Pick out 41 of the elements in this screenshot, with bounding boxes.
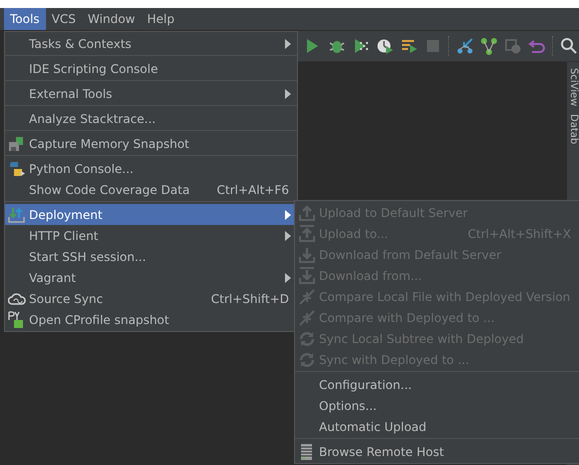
menu-bar-item[interactable]: Window [82, 8, 142, 30]
menu-item[interactable]: Browse Remote Host [295, 441, 579, 462]
menu-item[interactable]: Show Code Coverage Data Ctrl+Alt+F6 [5, 179, 297, 200]
profile-icon[interactable] [376, 37, 394, 55]
menu-item[interactable]: Tasks & Contexts [5, 33, 297, 54]
menu-item[interactable]: External Tools [5, 83, 297, 104]
menu-item[interactable]: IDE Scripting Console [5, 58, 297, 79]
compare-icon [298, 288, 316, 306]
menu-item[interactable]: Analyze Stacktrace... [5, 108, 297, 129]
menu-bar-item[interactable]: Help [141, 8, 180, 30]
upload-icon [298, 204, 316, 222]
menu-item[interactable]: Options... [295, 395, 579, 416]
memory-snapshot-icon [8, 134, 26, 152]
sync-icon [298, 350, 316, 368]
deployment-icon [8, 206, 26, 224]
menu-item[interactable]: HTTP Client [5, 225, 297, 246]
commit-icon[interactable] [480, 37, 498, 55]
upload-icon [298, 224, 316, 242]
menu-item[interactable]: Python Console... [5, 158, 297, 179]
menu-item[interactable]: Configuration... [295, 374, 579, 395]
menu-bar-item[interactable]: Tools [4, 8, 46, 30]
menu-item[interactable]: Source Sync Ctrl+Shift+D [5, 288, 297, 309]
menu-item[interactable]: Start SSH session... [5, 246, 297, 267]
menu-item[interactable]: Automatic Upload [295, 416, 579, 437]
update-icon[interactable] [456, 37, 474, 55]
search-icon[interactable] [560, 37, 578, 55]
menu-item[interactable]: Vagrant [5, 267, 297, 288]
menu-item[interactable]: Deployment [5, 204, 297, 225]
menu-item[interactable]: Capture Memory Snapshot [5, 133, 297, 154]
profile-snapshot-icon [8, 310, 26, 328]
sync-icon [298, 330, 316, 348]
side-tab[interactable]: Datab [567, 114, 579, 145]
menu-bar-item[interactable]: VCS [46, 8, 82, 30]
compare-icon [298, 308, 316, 326]
download-icon [298, 266, 316, 284]
download-icon [298, 246, 316, 264]
run-list-icon[interactable] [400, 37, 418, 55]
menu-item[interactable]: Open CProfile snapshot [5, 309, 297, 330]
side-tab[interactable]: SciView [567, 68, 579, 106]
python-icon [8, 160, 26, 178]
coverage-run-icon[interactable] [352, 37, 370, 55]
